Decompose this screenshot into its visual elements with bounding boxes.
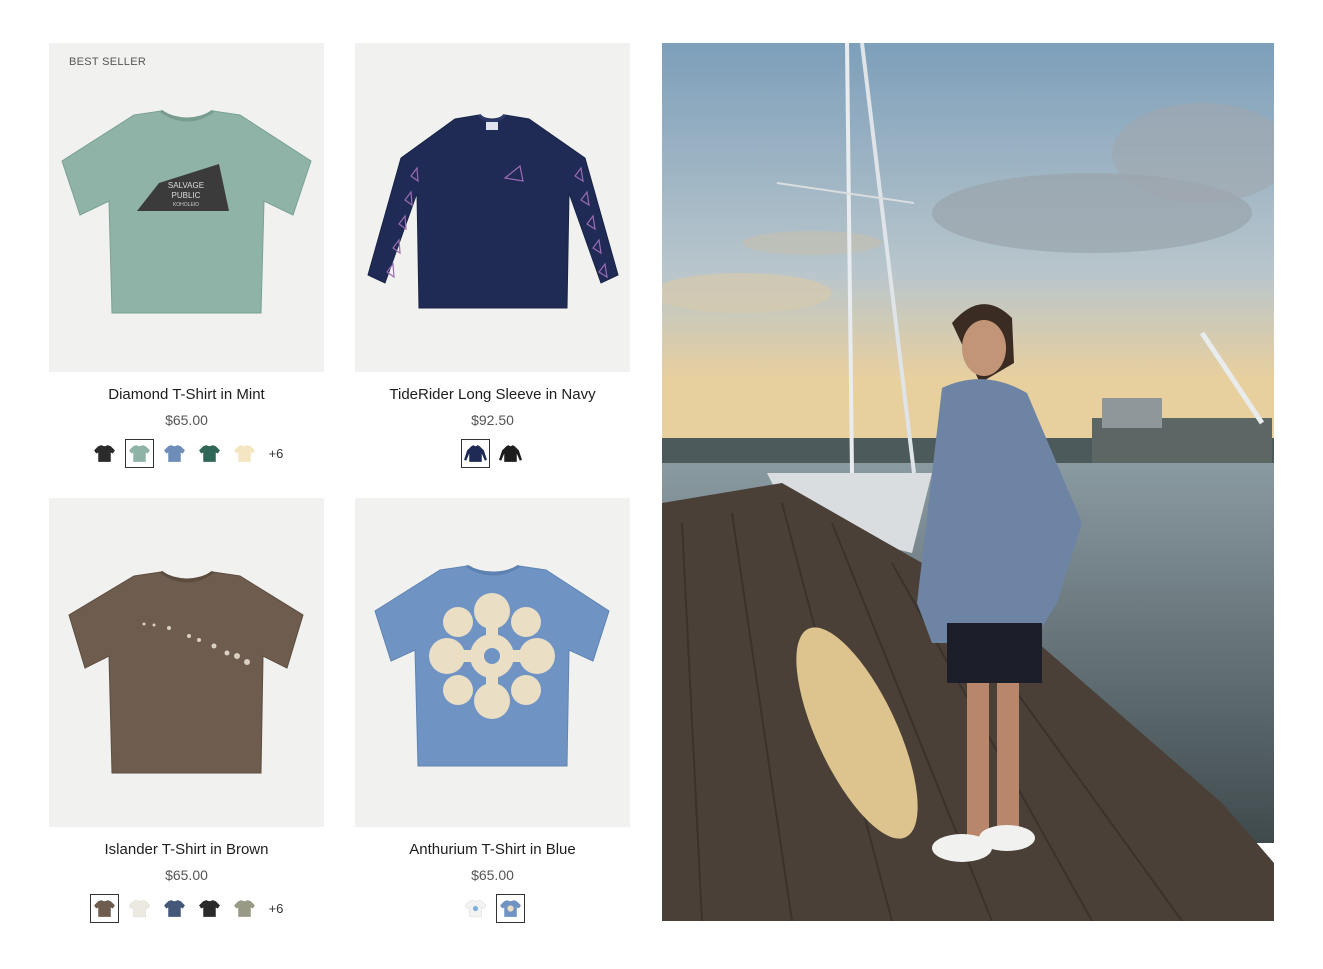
tshirt-swatch-icon [233,899,255,917]
tshirt-swatch-icon [233,444,255,462]
longsleeve-icon [367,113,619,309]
product-title[interactable]: Islander T-Shirt in Brown [49,841,324,859]
color-swatches: +6 [49,893,324,923]
longsleeve-swatch-icon [463,444,487,462]
swatch-white[interactable] [124,893,154,923]
more-colors-link[interactable]: +6 [269,901,284,916]
tshirt-icon [374,564,610,767]
product-image[interactable] [355,498,630,827]
product-image[interactable] [49,498,324,827]
tshirt-swatch-icon [163,444,185,462]
tshirt-swatch-icon [163,899,185,917]
print-text: PUBLIC [172,191,201,200]
swatch-mint[interactable] [124,438,154,468]
color-swatches [355,438,630,468]
tshirt-swatch-icon [198,899,220,917]
tshirt-swatch-icon [93,899,115,917]
product-image[interactable]: BEST SELLER SALVAGE PUBLIC KOHOLEIO [49,43,324,372]
product-card-diamond-tshirt[interactable]: BEST SELLER SALVAGE PUBLIC KOHOLEIO Diam… [49,43,324,468]
swatch-green[interactable] [194,438,224,468]
product-image[interactable] [355,43,630,372]
print-text: SALVAGE [168,181,204,190]
tshirt-swatch-icon [499,899,521,917]
swatch-blue[interactable] [159,438,189,468]
product-price: $65.00 [165,412,208,428]
product-price: $65.00 [165,867,208,883]
tshirt-icon: SALVAGE PUBLIC KOHOLEIO [61,109,312,314]
product-title[interactable]: Anthurium T-Shirt in Blue [355,841,630,859]
swatch-navy[interactable] [460,438,490,468]
tshirt-swatch-icon [128,899,150,917]
product-title[interactable]: Diamond T-Shirt in Mint [49,386,324,404]
print-text: KOHOLEIO [173,202,199,208]
product-price: $92.50 [471,412,514,428]
product-card-islander-tshirt[interactable]: Islander T-Shirt in Brown $65.00 +6 [49,498,324,923]
more-colors-link[interactable]: +6 [269,446,284,461]
swatch-cream[interactable] [229,438,259,468]
tshirt-icon [68,570,304,774]
product-grid: BEST SELLER SALVAGE PUBLIC KOHOLEIO Diam… [49,43,630,923]
color-swatches [355,893,630,923]
color-swatches: +6 [49,438,324,468]
swatch-blue[interactable] [495,893,525,923]
swatch-black[interactable] [89,438,119,468]
tshirt-swatch-icon [464,899,486,917]
product-card-tiderider-longsleeve[interactable]: TideRider Long Sleeve in Navy $92.50 [355,43,630,468]
harbor-scene-image [662,43,1274,921]
product-price: $65.00 [471,867,514,883]
product-card-anthurium-tshirt[interactable]: Anthurium T-Shirt in Blue $65.00 [355,498,630,923]
product-title[interactable]: TideRider Long Sleeve in Navy [355,386,630,404]
swatch-black[interactable] [495,438,525,468]
tshirt-swatch-icon [198,444,220,462]
swatch-navy[interactable] [159,893,189,923]
tshirt-swatch-icon [128,444,150,462]
lifestyle-photo [662,43,1274,921]
tshirt-swatch-icon [93,444,115,462]
swatch-brown[interactable] [89,893,119,923]
best-seller-badge: BEST SELLER [69,56,147,68]
longsleeve-swatch-icon [498,444,522,462]
swatch-white[interactable] [460,893,490,923]
swatch-sage[interactable] [229,893,259,923]
swatch-black[interactable] [194,893,224,923]
